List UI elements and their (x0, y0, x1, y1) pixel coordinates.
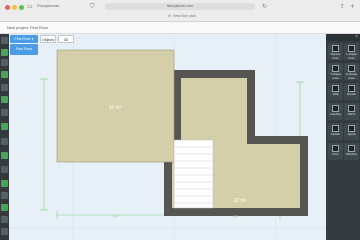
3d-view-button-label: 3D (63, 38, 69, 42)
build-item-label: Divider (346, 92, 357, 96)
floor-dropdown-label: First Floor (15, 47, 33, 51)
build-item-divider[interactable]: Divider (344, 83, 359, 100)
square-room-icon (332, 45, 339, 52)
decorate-tool-icon[interactable] (1, 71, 8, 78)
landing-icon (332, 105, 339, 112)
dimension-label-bottom-left: 1.00 (112, 214, 118, 218)
export-tool-icon[interactable] (1, 138, 8, 145)
spiral-stairs-icon (348, 125, 355, 132)
build-item-label: T-shape room (330, 72, 341, 80)
build-item-label: Door (332, 152, 339, 156)
minimize-window-icon[interactable] (12, 5, 17, 10)
url-text: floorplanner.com (166, 4, 194, 8)
build-item-square-room[interactable]: Square room (328, 43, 343, 60)
build-item-label: Stairs (347, 112, 356, 116)
3d-view-button[interactable]: 3D (58, 35, 74, 43)
door-icon (332, 145, 339, 152)
build-item-door[interactable]: Door (328, 143, 343, 160)
t-shape-room-icon (332, 65, 339, 72)
left-toolbar (0, 34, 9, 240)
build-item-stairs[interactable]: Stairs (344, 103, 359, 120)
zoom-icon[interactable] (1, 216, 8, 223)
maximize-window-icon[interactable] (19, 5, 24, 10)
new-floorplan-tab[interactable]: ⊕ New floor plan (168, 13, 196, 19)
info-icon[interactable] (1, 228, 8, 235)
build-item-spiral-stairs[interactable]: Spiral (344, 123, 359, 140)
build-item-label: Landing (330, 112, 341, 116)
floorplan-canvas[interactable]: 16 m² 32 m² 1.00 1.00 First Floor ▾ Obje… (9, 34, 326, 240)
build-item-t-shape-room[interactable]: T-shape room (328, 63, 343, 80)
help-tool-icon[interactable] (1, 166, 8, 173)
settings-tool-icon[interactable] (1, 152, 8, 159)
floor-selector-label: First Floor (14, 37, 31, 41)
build-item-wall[interactable]: Wall (328, 83, 343, 100)
staircase[interactable] (173, 139, 214, 209)
objects-button-label: Objects (41, 38, 55, 42)
build-item-label: U-shape room (345, 72, 358, 80)
new-floorplan-tab-label: New floor plan (173, 14, 196, 18)
breadcrumb-floor[interactable]: First Floor (30, 25, 48, 30)
build-item-label: Ladder (330, 132, 341, 136)
room-2-area-label: 32 m² (234, 198, 247, 204)
l-shape-room-icon (348, 45, 355, 52)
build-item-landing[interactable]: Landing (328, 103, 343, 120)
build-item-window[interactable]: Window (344, 143, 359, 160)
menu-icon[interactable] (1, 37, 8, 44)
stairs-icon (348, 105, 355, 112)
ladder-icon (332, 125, 339, 132)
share-tool-icon[interactable] (1, 180, 8, 187)
breadcrumb-project[interactable]: New project (7, 25, 28, 30)
build-item-label: Window (346, 152, 357, 156)
u-shape-room-icon (348, 65, 355, 72)
layers-tool-icon[interactable] (1, 96, 8, 103)
build-item-ladder[interactable]: Ladder (328, 123, 343, 140)
build-item-u-shape-room[interactable]: U-shape room (344, 63, 359, 80)
browser-chrome: ▭ Floorplanner ⛉ floorplanner.com ↻ ⇪ + … (0, 0, 360, 22)
browser-window: ▭ Floorplanner ⛉ floorplanner.com ↻ ⇪ + … (0, 0, 360, 240)
room-1-area-label: 16 m² (109, 105, 122, 111)
reload-icon[interactable]: ↻ (262, 3, 267, 11)
app-breadcrumb-bar: New project First Floor (0, 22, 360, 34)
floor-selector-button[interactable]: First Floor ▾ (10, 35, 38, 43)
furniture-tool-icon[interactable] (1, 59, 8, 66)
objects-button[interactable]: Objects (40, 35, 56, 43)
share-icon[interactable]: ⇪ (340, 3, 345, 11)
build-tool-icon[interactable] (1, 49, 8, 56)
window-icon (348, 145, 355, 152)
dimension-label-bottom-right: 1.00 (232, 214, 238, 218)
build-item-label: Spiral (347, 132, 356, 136)
dimension-tool-icon[interactable] (1, 109, 8, 116)
materials-tool-icon[interactable] (1, 84, 8, 91)
close-window-icon[interactable] (5, 5, 10, 10)
build-item-l-shape-room[interactable]: L-shape room (344, 43, 359, 60)
browser-tab-label[interactable]: Floorplanner (37, 3, 59, 8)
address-bar[interactable]: floorplanner.com (105, 3, 255, 10)
shield-icon[interactable]: ⛉ (90, 3, 95, 11)
build-item-label: Wall (332, 92, 339, 96)
build-panel-header: × (326, 34, 360, 41)
build-panel: × Square room L-shape room T-shape room U-s… (326, 34, 360, 240)
floor-dropdown-item[interactable]: First Floor (10, 44, 38, 55)
close-icon[interactable]: × (355, 34, 358, 41)
build-item-label: L-shape room (346, 52, 357, 60)
undo-icon[interactable] (1, 192, 8, 199)
floorplan-drawing[interactable]: 16 m² 32 m² 1.00 1.00 (9, 34, 326, 240)
wall-icon (332, 85, 339, 92)
text-tool-icon[interactable] (1, 123, 8, 130)
sidebar-toggle-icon[interactable]: ▭ (27, 3, 33, 11)
divider-icon (348, 85, 355, 92)
redo-icon[interactable] (1, 204, 8, 211)
build-item-label: Square room (330, 52, 341, 60)
new-tab-icon[interactable]: + (350, 3, 355, 11)
